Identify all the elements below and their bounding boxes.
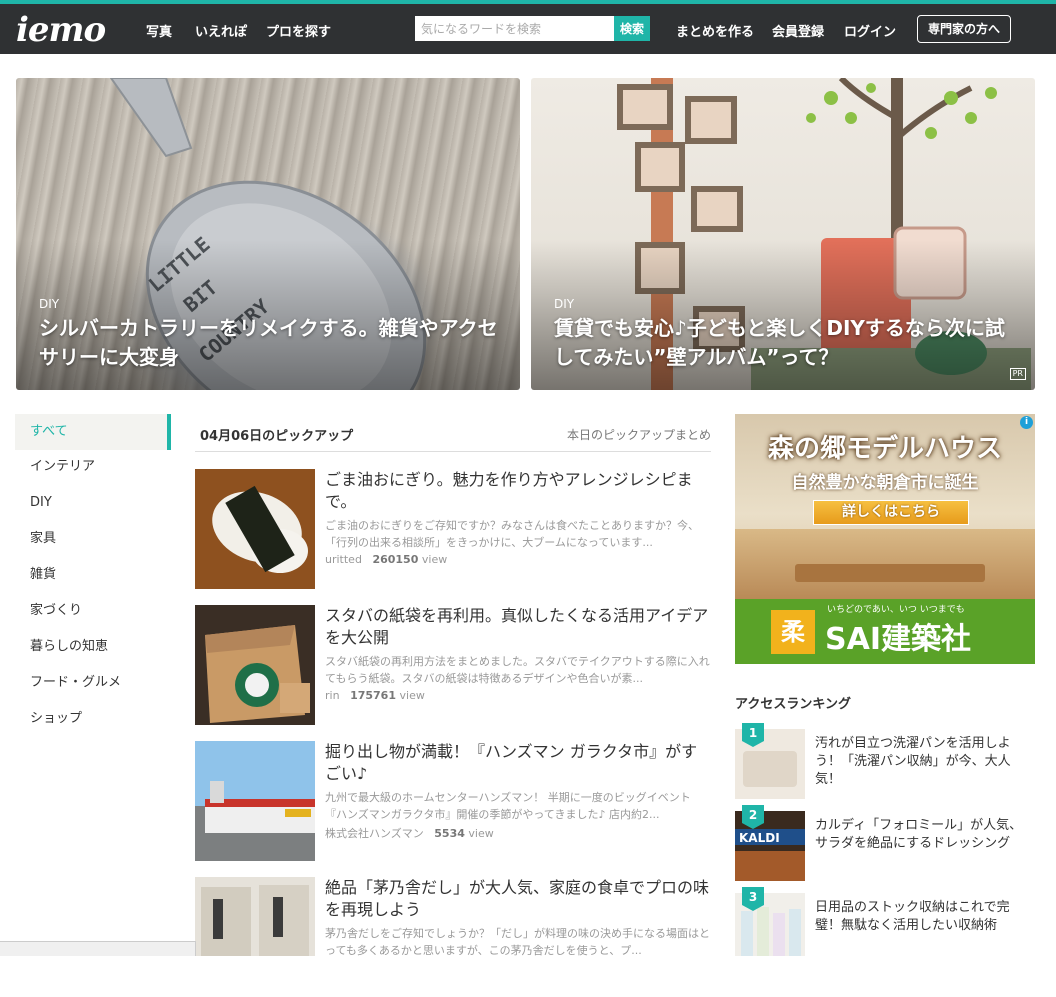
article-meta: rin 175761 view: [325, 689, 425, 702]
article-views: 260150: [372, 553, 419, 566]
article-description: スタバ紙袋の再利用方法をまとめました。スタバでテイクアウトする際に入れてもらう紙…: [325, 655, 710, 685]
hero-category: DIY: [554, 297, 575, 311]
ranking-item[interactable]: 1 汚れが目立つ洗濯パンを活用しよう！「洗濯パン収納」が今、大人気！: [735, 723, 1035, 801]
nav-register[interactable]: 会員登録: [772, 21, 824, 40]
ad-subtitle: 自然豊かな朝倉市に誕生: [791, 473, 979, 493]
nav-login[interactable]: ログイン: [844, 21, 896, 40]
article-thumbnail: [195, 469, 315, 589]
ranking-item-title[interactable]: 汚れが目立つ洗濯パンを活用しよう！「洗濯パン収納」が今、大人気！: [815, 735, 1035, 789]
article-meta: 株式会社ハンズマン 5534 view: [325, 825, 494, 841]
ranking-title: アクセスランキング: [735, 697, 851, 712]
ad-title: 森の郷モデルハウス: [767, 434, 1002, 464]
article-meta: uritted 260150 view: [325, 553, 447, 566]
view-label: view: [468, 827, 494, 840]
pr-badge: PR: [1009, 368, 1026, 380]
article-item[interactable]: 掘り出し物が満載！『ハンズマン ガラクタ市』がすごい♪ 九州で最大級のホームセン…: [195, 741, 711, 861]
pickup-header: 04月06日のピックアップ 本日のピックアップまとめ: [195, 414, 711, 452]
ad-details-button[interactable]: 詳しくはこちら: [813, 500, 969, 525]
ranking-item[interactable]: 3 日用品のストック収納はこれで完璧！無駄なく活用したい収納術: [735, 887, 1035, 965]
sidebar-item-shop[interactable]: ショップ: [15, 701, 171, 737]
sidebar-item-goods[interactable]: 雑貨: [15, 557, 171, 593]
article-thumbnail: [195, 605, 315, 725]
site-logo[interactable]: iemo: [16, 10, 106, 50]
article-item[interactable]: ごま油おにぎり。魅力を作り方やアレンジレシピまで。 ごま油のおにぎりをご存知です…: [195, 469, 711, 589]
today-pickup-link[interactable]: 本日のピックアップまとめ: [567, 426, 711, 443]
article-title[interactable]: スタバの紙袋を再利用。真似したくなる活用アイデアを大公開: [325, 605, 711, 649]
pickup-title: 04月06日のピックアップ: [200, 429, 354, 444]
sidebar-item-furniture[interactable]: 家具: [15, 521, 171, 557]
article-author[interactable]: rin: [325, 689, 340, 702]
article-description: 茅乃舎だしをご存知でしょうか？「だし」が料理の味の決め手になる場面はとっても多く…: [325, 927, 710, 957]
article-views: 5534: [434, 827, 465, 840]
article-title[interactable]: 絶品「茅乃舎だし」が大人気、家庭の食卓でプロの味を再現しよう: [325, 877, 711, 921]
article-title[interactable]: ごま油おにぎり。魅力を作り方やアレンジレシピまで。: [325, 469, 711, 513]
article-author[interactable]: 株式会社ハンズマン: [325, 827, 424, 840]
nav-iereport[interactable]: いえれぽ: [195, 21, 247, 40]
nav-create-matome[interactable]: まとめを作る: [676, 21, 754, 40]
for-professionals-button[interactable]: 専門家の方へ: [917, 15, 1011, 43]
sidebar-item-all[interactable]: すべて: [15, 414, 171, 450]
hero-title[interactable]: シルバーカトラリーをリメイクする。雑貨やアクセサリーに大変身: [39, 314, 509, 372]
ad-table-shape: [795, 564, 985, 582]
horizontal-scrollbar[interactable]: [0, 941, 196, 956]
sidebar-item-diy[interactable]: DIY: [15, 485, 171, 521]
article-description: ごま油のおにぎりをご存知ですか？みなさんは食べたことありますか？今、「行列の出来…: [325, 519, 699, 549]
ad-company-name: SAI建築社: [825, 622, 971, 657]
article-title[interactable]: 掘り出し物が満載！『ハンズマン ガラクタ市』がすごい♪: [325, 741, 711, 785]
top-header: iemo 写真 いえれぽ プロを探す 検索 まとめを作る 会員登録 ログイン 専…: [0, 0, 1056, 54]
article-item[interactable]: スタバの紙袋を再利用。真似したくなる活用アイデアを大公開 スタバ紙袋の再利用方法…: [195, 605, 711, 725]
ranking-item-title[interactable]: 日用品のストック収納はこれで完璧！無駄なく活用したい収納術: [815, 899, 1035, 935]
article-thumbnail: [195, 877, 315, 956]
article-views: 175761: [350, 689, 396, 702]
hero-title[interactable]: 賃貸でも安心♪子どもと楽しくDIYするなら次に試してみたい”壁アルバム”って？: [554, 314, 1024, 372]
view-label: view: [421, 553, 448, 566]
view-label: view: [399, 689, 425, 702]
search-input[interactable]: [415, 16, 615, 41]
sidebar-item-house-building[interactable]: 家づくり: [15, 593, 171, 629]
nav-find-pro[interactable]: プロを探す: [266, 21, 331, 40]
sidebar-item-life-tips[interactable]: 暮らしの知恵: [15, 629, 171, 665]
article-author[interactable]: uritted: [325, 553, 362, 566]
ad-logo-icon: 柔: [771, 610, 815, 654]
ad-banner[interactable]: i 森の郷モデルハウス 自然豊かな朝倉市に誕生 詳しくはこちら 柔 いちどのであ…: [735, 414, 1035, 664]
sidebar-item-food[interactable]: フード・グルメ: [15, 665, 171, 701]
sidebar-item-interior[interactable]: インテリア: [15, 449, 171, 485]
hero-card-wall-album[interactable]: DIY 賃貸でも安心♪子どもと楽しくDIYするなら次に試してみたい”壁アルバム”…: [531, 78, 1035, 390]
article-description: 九州で最大級のホームセンターハンズマン！ 半期に一度のビッグイベント『ハンズマン…: [325, 791, 691, 821]
nav-photo[interactable]: 写真: [146, 21, 172, 40]
svg-text:KALDI: KALDI: [739, 831, 780, 845]
ranking-item-title[interactable]: カルディ「フォロミール」が人気、サラダを絶品にするドレッシング: [815, 817, 1035, 853]
search-button[interactable]: 検索: [614, 16, 650, 41]
ranking-item[interactable]: KALDI 2 カルディ「フォロミール」が人気、サラダを絶品にするドレッシング: [735, 805, 1035, 883]
hero-category: DIY: [39, 297, 60, 311]
article-thumbnail: [195, 741, 315, 861]
hero-card-silver-cutlery[interactable]: LITTLE BIT COUNTRY DIY シルバーカトラリーをリメイクする。…: [16, 78, 520, 390]
article-item[interactable]: 絶品「茅乃舎だし」が大人気、家庭の食卓でプロの味を再現しよう 茅乃舎だしをご存知…: [195, 877, 711, 997]
